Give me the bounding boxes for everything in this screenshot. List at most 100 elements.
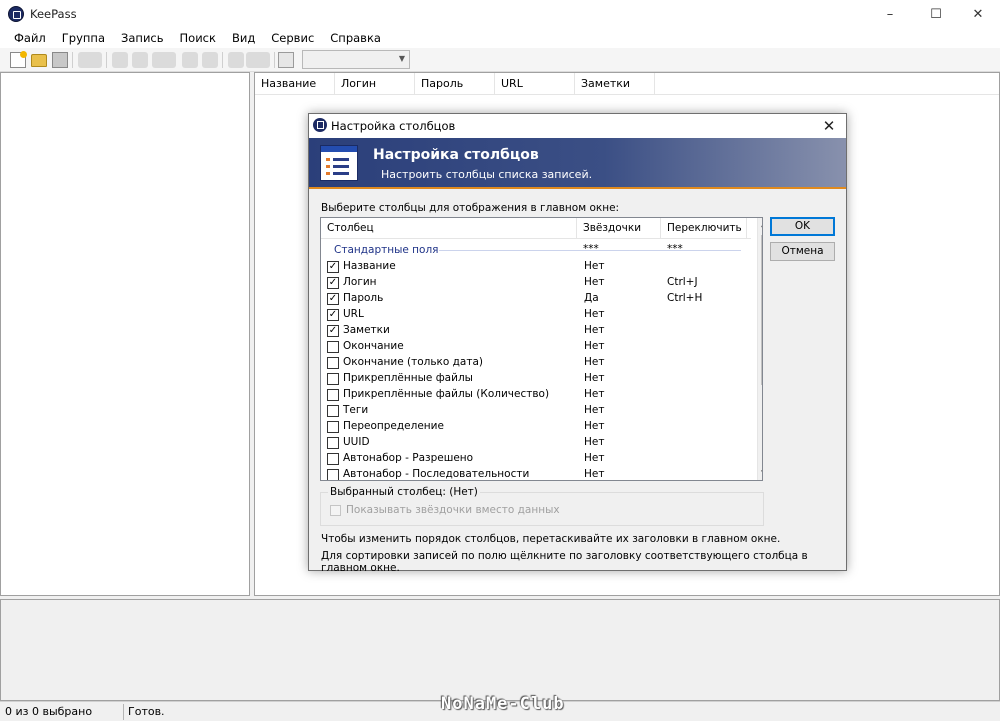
copy-entry-icon[interactable] [182,52,198,68]
header-column[interactable]: Столбец [321,218,577,239]
column-name: Прикреплённые файлы (Количество) [343,388,550,400]
show-stars-checkbox[interactable] [330,505,341,516]
dialog-titlebar: Настройка столбцов ✕ [309,114,846,138]
ok-button[interactable]: OK [770,217,835,236]
search-icon[interactable] [228,52,244,68]
copy-username-icon[interactable] [112,52,128,68]
close-window-icon[interactable]: ✕ [956,0,1000,28]
columns-rows: ✓ Название Нет ✓ Логин Нет Ctrl+J ✓ Пароль Да Ctrl… [321,259,751,480]
window-titlebar: KeePass – ☐ ✕ [0,0,1000,28]
column-row[interactable]: Окончание (только дата) Нет [321,355,751,371]
group-tree-pane[interactable] [0,72,250,596]
column-checkbox[interactable] [327,469,339,480]
scrollbar-thumb[interactable] [761,235,762,385]
cancel-button[interactable]: Отмена [770,242,835,261]
menu-bar: Файл Группа Запись Поиск Вид Сервис Спра… [0,28,1000,48]
menu-help[interactable]: Справка [322,31,389,45]
column-checkbox[interactable] [327,357,339,369]
column-checkbox[interactable]: ✓ [327,309,339,321]
group-divider [439,250,741,251]
quick-search-combo[interactable]: ▼ [302,50,410,69]
column-row[interactable]: ✓ Название Нет [321,259,751,275]
print-icon[interactable] [202,52,218,68]
show-stars-label: Показывать звёздочки вместо данных [346,504,560,516]
chevron-up-icon[interactable]: ▲ [761,219,762,229]
column-checkbox[interactable] [327,453,339,465]
maximize-icon[interactable]: ☐ [914,0,958,28]
column-checkbox[interactable]: ✓ [327,293,339,305]
menu-entry[interactable]: Запись [113,31,172,45]
column-checkbox[interactable]: ✓ [327,261,339,273]
column-stars: Нет [584,340,605,352]
column-name: Окончание [343,340,404,352]
column-header-username[interactable]: Логин [335,73,415,95]
column-stars: Нет [584,324,605,336]
menu-view[interactable]: Вид [224,31,263,45]
copy-password-icon[interactable] [132,52,148,68]
open-folder-icon[interactable] [31,54,47,67]
column-row[interactable]: ✓ Заметки Нет [321,323,751,339]
column-checkbox[interactable] [327,421,339,433]
lock-workspace-icon[interactable] [278,52,294,68]
column-checkbox[interactable] [327,405,339,417]
column-row[interactable]: Автонабор - Разрешено Нет [321,451,751,467]
selection-count: 0 из 0 выбрано [5,705,93,718]
status-separator [123,704,124,720]
column-checkbox[interactable] [327,341,339,353]
add-entry-icon[interactable] [78,52,102,68]
toolbar: ▼ [0,48,1000,72]
column-row[interactable]: ✓ URL Нет [321,307,751,323]
banner-subtitle: Настроить столбцы списка записей. [381,168,593,181]
banner-title: Настройка столбцов [373,147,539,163]
column-checkbox[interactable]: ✓ [327,325,339,337]
watermark: NoNaMe-Club [441,694,565,714]
column-stars: Нет [584,404,605,416]
columns-listview[interactable]: Столбец Звёздочки *** Переключить *** Ст… [320,217,763,481]
column-header-password[interactable]: Пароль [415,73,495,95]
menu-tools[interactable]: Сервис [263,31,322,45]
column-checkbox[interactable] [327,437,339,449]
close-icon[interactable]: ✕ [812,114,846,138]
column-row[interactable]: Теги Нет [321,403,751,419]
column-row[interactable]: Окончание Нет [321,339,751,355]
keepass-lock-icon [8,6,24,22]
column-header-title[interactable]: Название [255,73,335,95]
header-stars[interactable]: Звёздочки *** [577,218,661,255]
open-url-icon[interactable] [152,52,176,68]
column-shortcut: Ctrl+H [667,292,703,304]
column-stars: Нет [584,308,605,320]
minimize-icon[interactable]: – [868,0,912,28]
sort-hint: Для сортировки записей по полю щёлкните … [321,550,808,574]
chevron-down-icon[interactable]: ▼ [761,469,762,479]
column-checkbox[interactable] [327,373,339,385]
column-checkbox[interactable] [327,389,339,401]
column-stars: Нет [584,436,605,448]
configure-columns-dialog: Настройка столбцов ✕ Настройка столбцов … [308,113,847,574]
column-name: Автонабор - Разрешено [343,452,474,464]
header-toggle[interactable]: Переключить *** [661,218,747,255]
toolbar-separator [274,52,275,68]
save-icon[interactable] [52,52,68,68]
menu-find[interactable]: Поиск [172,31,224,45]
listview-scrollbar[interactable]: ▲ ▼ [757,218,762,480]
column-list-icon [320,145,358,181]
column-stars: Нет [584,356,605,368]
column-name: Прикреплённые файлы [343,372,473,384]
column-row[interactable]: Прикреплённые файлы Нет [321,371,751,387]
column-header-url[interactable]: URL [495,73,575,95]
menu-group[interactable]: Группа [54,31,113,45]
menu-file[interactable]: Файл [6,31,54,45]
column-header-notes[interactable]: Заметки [575,73,655,95]
new-database-icon[interactable] [10,51,27,68]
column-row[interactable]: Переопределение Нет [321,419,751,435]
column-row[interactable]: Прикреплённые файлы (Количество) Нет [321,387,751,403]
show-entries-icon[interactable] [246,52,270,68]
column-row[interactable]: UUID Нет [321,435,751,451]
column-name: Логин [343,276,377,288]
dialog-banner: Настройка столбцов Настроить столбцы спи… [309,138,846,189]
column-row[interactable]: ✓ Пароль Да Ctrl+H [321,291,751,307]
column-name: Теги [343,404,369,416]
column-row[interactable]: Автонабор - Последовательности Нет [321,467,751,480]
column-checkbox[interactable]: ✓ [327,277,339,289]
column-row[interactable]: ✓ Логин Нет Ctrl+J [321,275,751,291]
